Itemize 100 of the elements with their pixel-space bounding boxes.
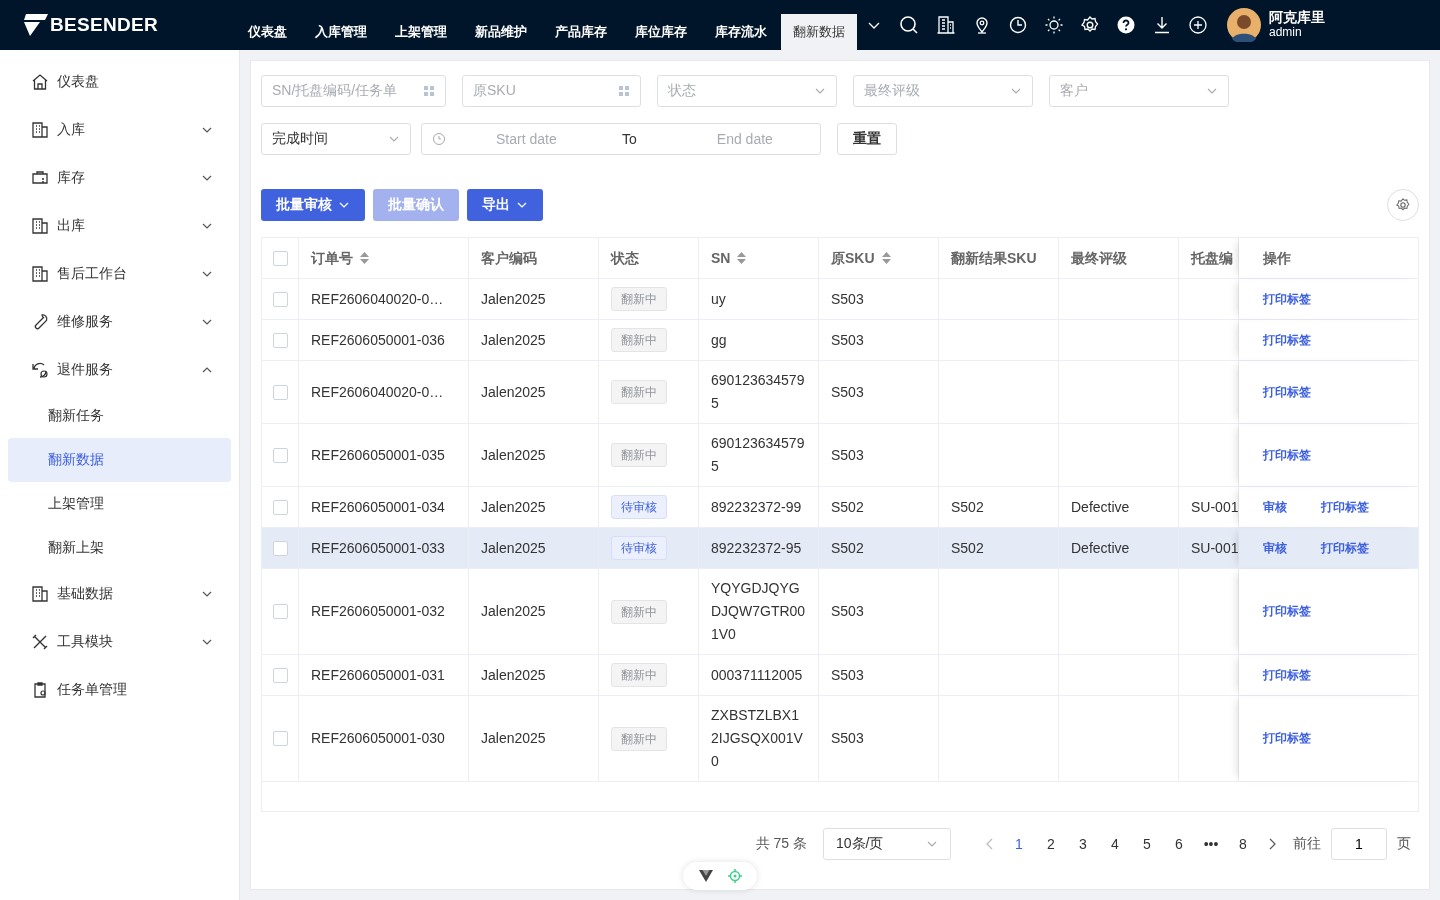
page-size-select[interactable]: 10条/页 <box>823 828 951 860</box>
table-row[interactable]: REF2606040020-0… Jalen2025 翻新中 6901236345795 S503 打印标签 <box>262 361 1418 424</box>
page-button[interactable]: ••• <box>1195 836 1227 852</box>
sidebar-item[interactable]: 工具模块 <box>0 618 239 666</box>
action-link[interactable]: 打印标签 <box>1263 727 1311 750</box>
sidebar-item[interactable]: 基础数据 <box>0 570 239 618</box>
sun-icon[interactable] <box>1045 16 1063 34</box>
sort-icon[interactable] <box>737 252 747 264</box>
status-tag: 翻新中 <box>611 726 667 751</box>
table-row[interactable]: REF2606050001-030 Jalen2025 翻新中 ZXBSTZLBX12IJGSQX001V0 S503 打印标签 <box>262 696 1418 782</box>
table-row[interactable]: REF2606050001-033 Jalen2025 待审核 892232372-95 S502 S502 Defective SU-001 审核 打印标签 <box>262 528 1418 569</box>
checkbox[interactable] <box>272 731 288 746</box>
checkbox[interactable] <box>272 540 288 556</box>
sidebar-item[interactable]: 售后工作台 <box>0 250 239 298</box>
table-cell-text: S503 <box>831 665 864 685</box>
table-row[interactable]: REF2606050001-031 Jalen2025 翻新中 000371112005 S503 打印标签 <box>262 655 1418 696</box>
sidebar-subitem[interactable]: 翻新上架 <box>8 526 231 570</box>
action-link[interactable]: 打印标签 <box>1263 443 1311 467</box>
page-input[interactable]: 1 <box>1331 828 1387 860</box>
add-circle-icon[interactable] <box>1189 16 1207 34</box>
action-link[interactable]: 打印标签 <box>1263 600 1311 623</box>
page-button[interactable]: 5 <box>1131 836 1163 852</box>
table-cell-text: Jalen2025 <box>481 289 546 309</box>
sort-icon[interactable] <box>881 252 891 264</box>
page-button[interactable]: 2 <box>1035 836 1067 852</box>
checkbox[interactable] <box>272 447 288 463</box>
settings-button[interactable] <box>1387 189 1419 221</box>
checkbox[interactable] <box>272 667 288 683</box>
avatar[interactable] <box>1227 8 1261 42</box>
sidebar-item[interactable]: 任务单管理 <box>0 666 239 714</box>
page-button[interactable]: 3 <box>1067 836 1099 852</box>
action-link[interactable]: 审核 <box>1263 536 1287 560</box>
search-icon[interactable] <box>899 15 919 35</box>
nav-tab[interactable]: 翻新数据 <box>781 14 857 50</box>
checkbox[interactable] <box>272 384 288 400</box>
table-cell-text: S503 <box>831 445 864 465</box>
sidebar-item[interactable]: 维修服务 <box>0 298 239 346</box>
page-button[interactable]: 6 <box>1163 836 1195 852</box>
page-button[interactable]: 1 <box>1003 836 1035 852</box>
sort-icon[interactable] <box>360 252 369 264</box>
nav-tab[interactable]: 仪表盘 <box>234 14 301 50</box>
table-cell-text: REF2606050001-031 <box>311 665 445 685</box>
action-link[interactable]: 打印标签 <box>1321 536 1369 560</box>
checkbox[interactable] <box>272 291 288 307</box>
sidebar-subitem[interactable]: 翻新数据 <box>8 438 231 482</box>
nav-tab[interactable]: 产品库存 <box>541 14 621 50</box>
settings-icon <box>1396 198 1410 212</box>
nav-tab[interactable]: 入库管理 <box>301 14 381 50</box>
table-cell-text: Defective <box>1071 538 1130 558</box>
sidebar-item[interactable]: 库存 <box>0 154 239 202</box>
table-row[interactable]: REF2606050001-032 Jalen2025 翻新中 YQYGDJQYGDJQW7GTR001V0 S503 打印标签 <box>262 569 1418 655</box>
nav-tab[interactable]: 库存流水 <box>701 14 781 50</box>
v-logo-icon[interactable] <box>698 870 713 882</box>
select-field[interactable]: 完成时间 <box>261 123 411 155</box>
sidebar-item[interactable]: 入库 <box>0 106 239 154</box>
page-button[interactable]: 8 <box>1227 836 1259 852</box>
reset-button[interactable]: 重置 <box>837 123 897 155</box>
nav-tab[interactable]: 库位库存 <box>621 14 701 50</box>
action-link[interactable]: 打印标签 <box>1263 328 1311 352</box>
sidebar-item[interactable]: 仪表盘 <box>0 58 239 106</box>
nav-tab[interactable]: 新品维护 <box>461 14 541 50</box>
date-range-field[interactable]: Start date To End date <box>421 123 821 155</box>
checkbox[interactable] <box>272 332 288 348</box>
table-row[interactable]: REF2606050001-035 Jalen2025 翻新中 6901236345795 S503 打印标签 <box>262 424 1418 487</box>
action-link[interactable]: 打印标签 <box>1321 495 1369 519</box>
action-link[interactable]: 打印标签 <box>1263 380 1311 404</box>
table-row[interactable]: REF2606040020-0… Jalen2025 翻新中 uy S503 打印标签 <box>262 279 1418 320</box>
action-link[interactable]: 审核 <box>1263 495 1287 519</box>
logo-icon <box>22 14 48 36</box>
page-button[interactable]: 4 <box>1099 836 1131 852</box>
table-cell-text: Jalen2025 <box>481 729 546 748</box>
clock-icon[interactable] <box>1009 16 1027 34</box>
table-cell-text: gg <box>711 330 727 350</box>
column-header: 最终评级 <box>1071 248 1127 268</box>
checkbox[interactable] <box>272 250 288 266</box>
action-button[interactable]: 批量审核 <box>261 189 365 221</box>
help-icon[interactable] <box>1117 16 1135 34</box>
next-page-icon[interactable] <box>1267 838 1277 850</box>
sidebar-subitem[interactable]: 翻新任务 <box>8 394 231 438</box>
table-cell-text: S503 <box>831 289 864 309</box>
table-cell-text: Jalen2025 <box>481 497 546 517</box>
sidebar-subitem[interactable]: 上架管理 <box>8 482 231 526</box>
download-icon[interactable] <box>1153 16 1171 34</box>
target-icon[interactable] <box>727 869 742 883</box>
sidebar-item[interactable]: 退件服务 <box>0 346 239 394</box>
previous-page-icon[interactable] <box>985 838 995 850</box>
action-link[interactable]: 打印标签 <box>1263 663 1311 687</box>
building-icon[interactable] <box>937 16 955 34</box>
table-row[interactable]: REF2606050001-036 Jalen2025 翻新中 gg S503 打印标签 <box>262 320 1418 361</box>
nav-tab[interactable]: 上架管理 <box>381 14 461 50</box>
action-button[interactable]: 导出 <box>467 189 543 221</box>
location-pin-icon[interactable] <box>973 16 991 34</box>
action-link[interactable]: 打印标签 <box>1263 287 1311 311</box>
table-cell-text: 000371112005 <box>711 665 803 685</box>
table-cell-text: S502 <box>951 538 984 558</box>
checkbox[interactable] <box>272 499 288 515</box>
settings-icon[interactable] <box>1081 16 1099 34</box>
checkbox[interactable] <box>272 604 288 619</box>
sidebar-item[interactable]: 出库 <box>0 202 239 250</box>
table-cell-text: uy <box>711 289 726 309</box>
